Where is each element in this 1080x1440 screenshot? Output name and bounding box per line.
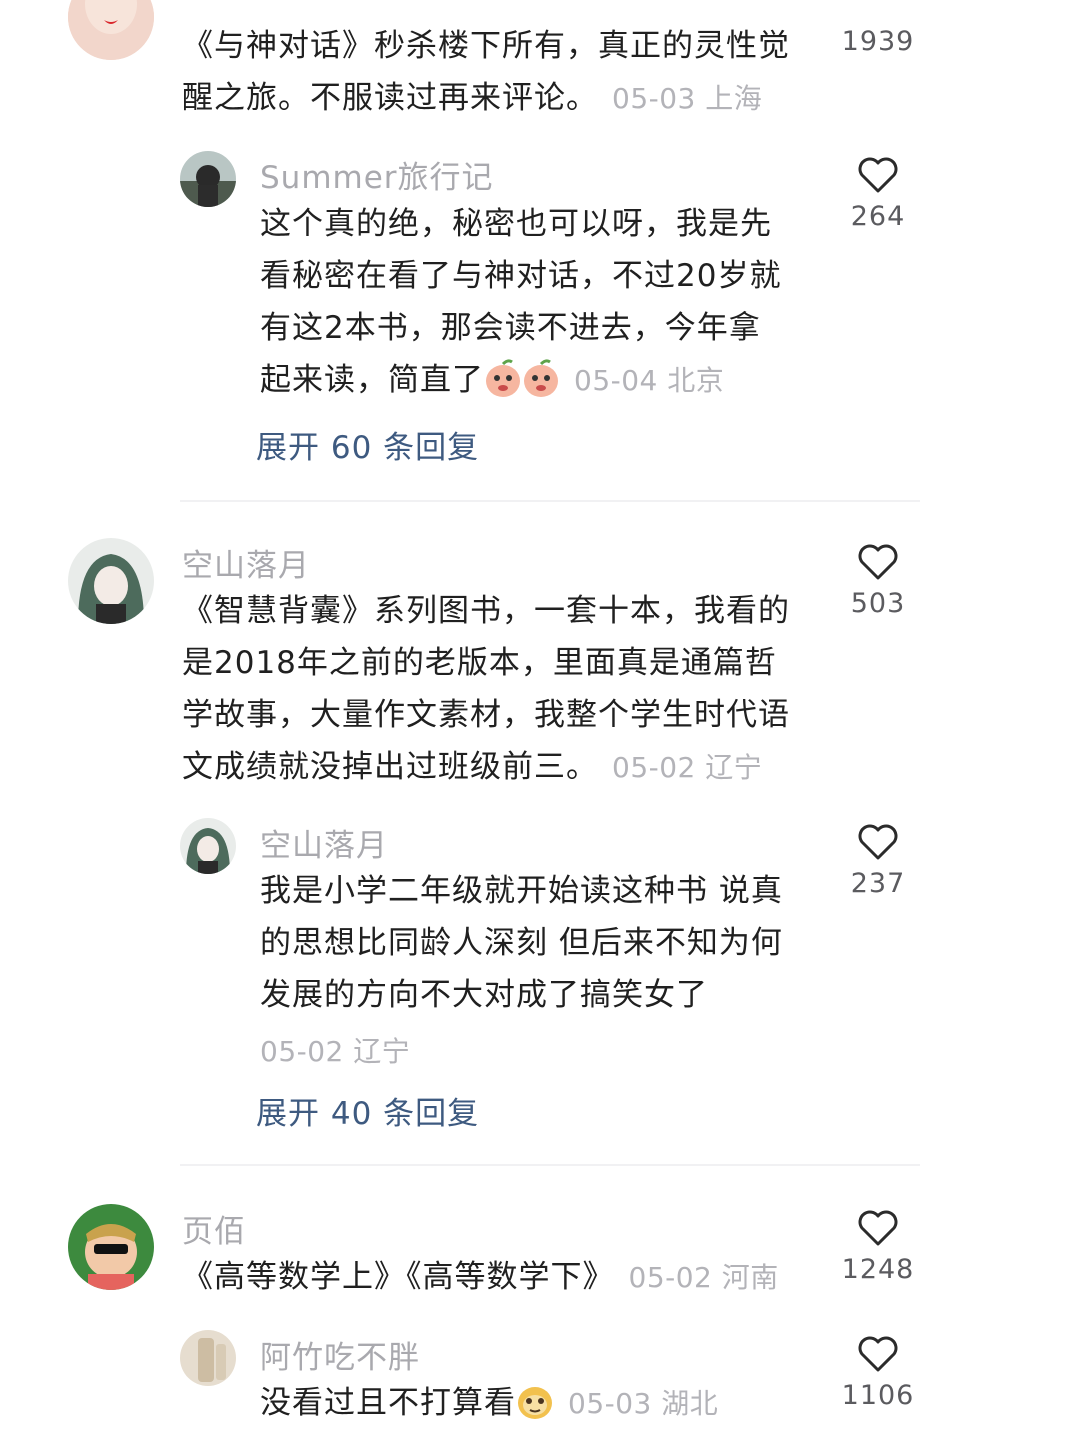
like-button[interactable]: 237: [833, 822, 923, 899]
comment-text: 我是小学二年级就开始读这种书 说真 的思想比同龄人深刻 但后来不知为何 发展的方…: [260, 873, 783, 1013]
comment-meta: 05-02 河南: [628, 1261, 779, 1294]
like-count: 264: [850, 201, 906, 232]
comment-text: 《高等数学上》《高等数学下》 05-02 河南: [182, 1259, 779, 1295]
expand-replies-link[interactable]: 展开 60 条回复: [256, 422, 479, 467]
comment-meta: 05-03 上海: [612, 82, 763, 115]
comment-meta: 05-03 湖北: [568, 1387, 719, 1420]
username[interactable]: 空山落月: [260, 820, 388, 865]
like-button[interactable]: 1106: [833, 1334, 923, 1411]
expand-replies-link[interactable]: 展开 40 条回复: [256, 1088, 479, 1133]
heart-icon: [858, 544, 898, 580]
avatar[interactable]: [180, 151, 236, 207]
username[interactable]: 空山落月: [182, 540, 310, 585]
comment-text: 没看过且不打算看 05-03 湖北: [260, 1377, 718, 1429]
heart-icon: [858, 1210, 898, 1246]
peach-emoji-icon: [524, 359, 558, 397]
avatar-image: [180, 1330, 236, 1386]
like-button[interactable]: 264: [833, 155, 923, 232]
avatar-image: [180, 151, 236, 207]
comment-list: 《与神对话》秒杀楼下所有，真正的灵性觉 醒之旅。不服读过再来评论。 05-03 上…: [0, 0, 1080, 1440]
comment-text: 《智慧背囊》系列图书，一套十本，我看的 是2018年之前的老版本，里面真是通篇哲…: [182, 593, 790, 785]
comment-meta: 05-02 辽宁: [612, 751, 763, 784]
avatar[interactable]: [68, 1204, 154, 1290]
username[interactable]: Summer旅行记: [260, 152, 494, 197]
avatar[interactable]: [180, 818, 236, 874]
like-count: 1939: [841, 26, 915, 57]
username[interactable]: 页佰: [182, 1206, 246, 1251]
username[interactable]: 阿竹吃不胖: [260, 1332, 420, 1377]
divider: [180, 500, 920, 502]
avatar-image: [68, 538, 154, 624]
like-count: 237: [850, 868, 906, 899]
like-count: 1248: [841, 1254, 915, 1285]
like-count: 1106: [841, 1380, 915, 1411]
like-button[interactable]: 1939: [833, 26, 923, 57]
avatar[interactable]: [180, 1330, 236, 1386]
like-count: 503: [850, 588, 906, 619]
heart-icon: [858, 1336, 898, 1372]
avatar-image: [180, 818, 236, 874]
comment-meta: 05-04 北京: [574, 364, 725, 397]
avatar[interactable]: [68, 0, 154, 60]
divider: [180, 1164, 920, 1166]
comment-text: 这个真的绝，秘密也可以呀，我是先 看秘密在看了与神对话，不过20岁就 有这2本书…: [260, 206, 782, 398]
like-button[interactable]: 1248: [833, 1208, 923, 1285]
heart-icon: [858, 157, 898, 193]
sloth-emoji-icon: [518, 1387, 552, 1419]
like-button[interactable]: 503: [833, 542, 923, 619]
comment-meta: 05-02 辽宁: [260, 1035, 411, 1068]
avatar-image: [68, 1204, 154, 1290]
peach-emoji-icon: [486, 359, 520, 397]
comment-text: 《与神对话》秒杀楼下所有，真正的灵性觉 醒之旅。不服读过再来评论。 05-03 上…: [182, 28, 790, 116]
avatar-image: [68, 0, 154, 60]
avatar[interactable]: [68, 538, 154, 624]
heart-icon: [858, 824, 898, 860]
